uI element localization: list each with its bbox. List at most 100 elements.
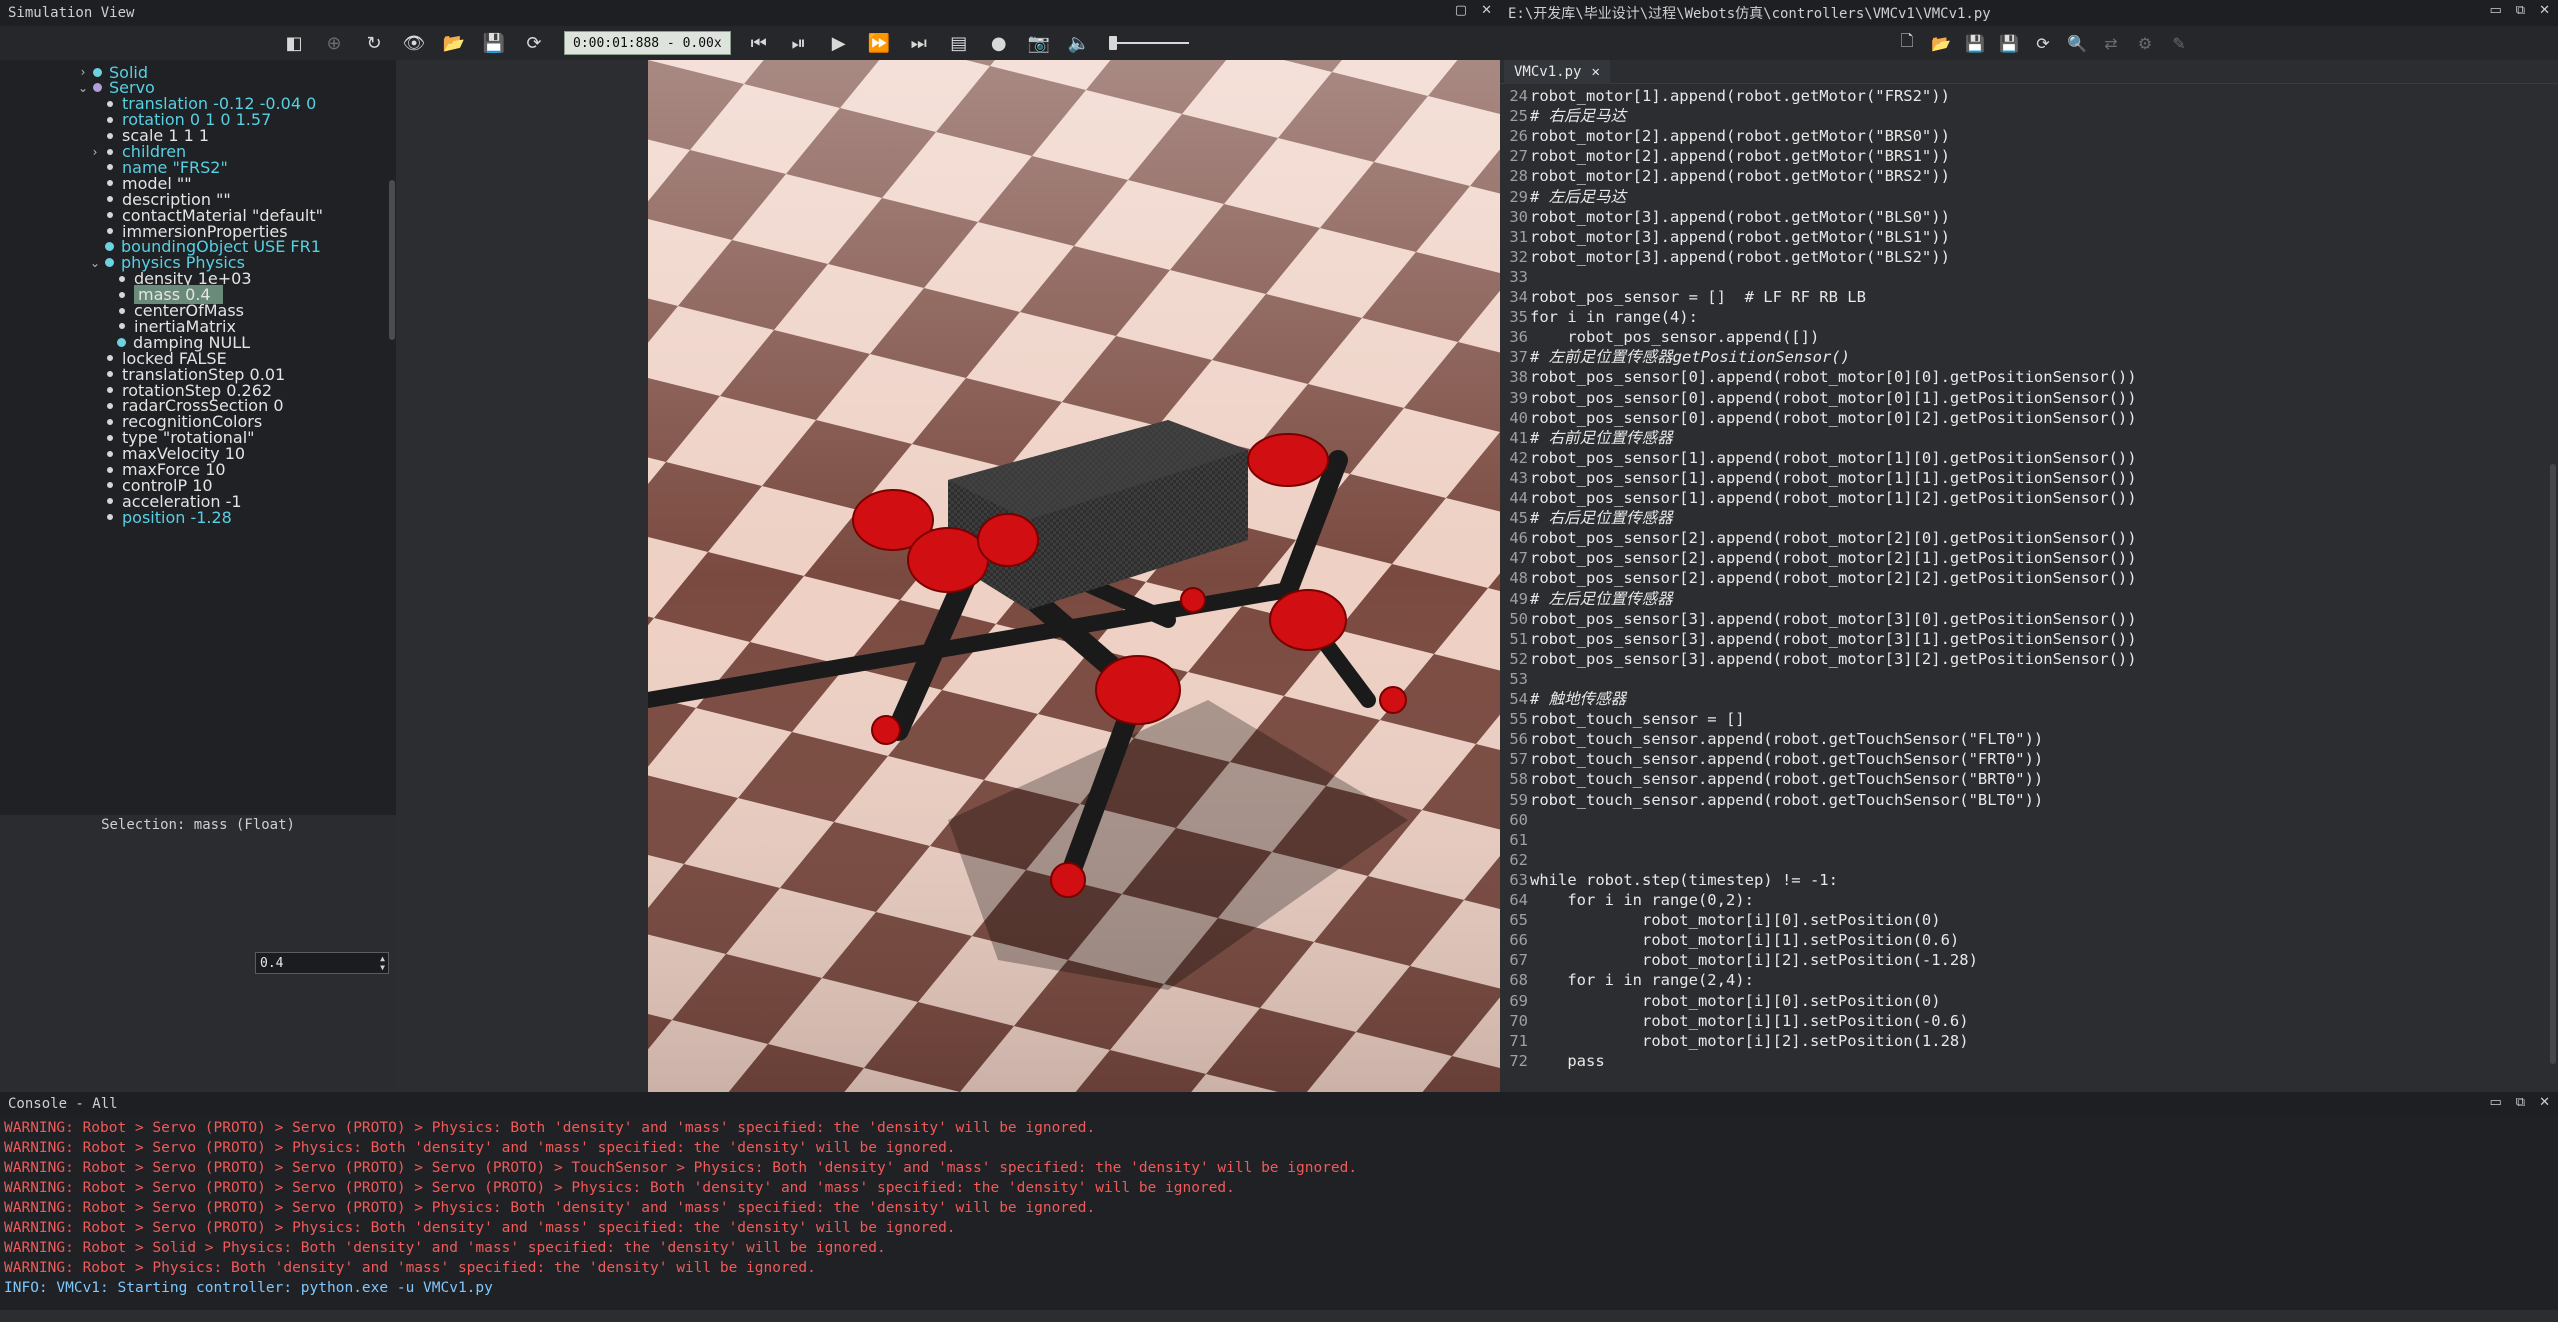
fastest-icon[interactable]: ⏭ (906, 30, 932, 56)
node-dot-icon (107, 116, 113, 123)
replace-icon[interactable]: ⇄ (2098, 30, 2124, 56)
line-number: 56 (1509, 730, 1528, 749)
reset-simulation-icon[interactable]: ⏮ (746, 30, 772, 56)
code-line: robot_pos_sensor[2].append(robot_motor[2… (1530, 529, 2137, 548)
scene-tree-scrollbar[interactable] (388, 60, 396, 815)
toggle-scene-tree-icon[interactable]: ◧ (281, 30, 307, 56)
3d-view[interactable] (648, 60, 1500, 1092)
code-line: robot_pos_sensor[1].append(robot_motor[1… (1530, 468, 2137, 487)
line-number: 58 (1509, 770, 1528, 789)
console-warning-line: WARNING: Robot > Physics: Both 'density'… (4, 1260, 816, 1276)
code-line: robot_pos_sensor.append([]) (1530, 328, 1820, 347)
line-number: 68 (1509, 971, 1528, 990)
save-file-icon[interactable]: 💾 (1962, 30, 1988, 56)
console-title: Console - All (8, 1096, 118, 1112)
mass-value-spinbox[interactable]: 0.4 ▲ ▼ (255, 952, 389, 974)
node-dot-icon (107, 387, 113, 393)
code-line: robot_pos_sensor[3].append(robot_motor[3… (1530, 609, 2137, 628)
text-editor: 🗋 📂 💾 💾 ⟳ 🔍 ⇄ ⚙ ✎ VMCv1.py ✕ 24 robot_mot… (1500, 26, 2558, 1092)
code-line: # 触地传感器 (1530, 690, 1627, 708)
fast-forward-icon[interactable]: ⏩ (866, 30, 892, 56)
code-line: robot_motor[2].append(robot.getMotor("BR… (1530, 127, 1950, 146)
line-number: 72 (1509, 1051, 1528, 1070)
spin-arrows-icon[interactable]: ▲ ▼ (380, 954, 385, 972)
clean-icon[interactable]: ✎ (2166, 30, 2192, 56)
code-line: robot_touch_sensor = [] (1530, 710, 1745, 729)
console-warning-line: WARNING: Robot > Servo (PROTO) > Servo (… (4, 1200, 1096, 1216)
save-world-icon[interactable]: 💾 (481, 30, 507, 56)
code-line: robot_motor[i][0].setPosition(0) (1530, 911, 1941, 930)
view-eye-icon[interactable]: 👁 (401, 30, 427, 56)
code-line: robot_touch_sensor.append(robot.getTouch… (1530, 730, 2044, 749)
tab-vmcv1[interactable]: VMCv1.py ✕ (1504, 60, 1610, 84)
code-line: robot_touch_sensor.append(robot.getTouch… (1530, 750, 2044, 769)
code-line: robot_pos_sensor[3].append(robot_motor[3… (1530, 649, 2137, 668)
play-icon[interactable]: ▶ (826, 30, 852, 56)
code-line: robot_touch_sensor.append(robot.getTouch… (1530, 790, 2044, 809)
simulation-time-display: 0:00:01:888 - 0.00x (564, 31, 731, 55)
line-number: 34 (1509, 288, 1528, 306)
open-world-icon[interactable]: 📂 (441, 30, 467, 56)
line-number: 28 (1509, 167, 1528, 186)
code-line: robot_pos_sensor[2].append(robot_motor[2… (1530, 569, 2137, 588)
revert-icon[interactable]: ⟳ (2030, 30, 2056, 56)
close-icon[interactable]: ✕ (1481, 3, 1492, 18)
node-dot-icon (107, 418, 113, 425)
close-tab-icon[interactable]: ✕ (1591, 64, 1599, 80)
minimize-icon[interactable]: ▭ (2490, 3, 2502, 18)
code-area[interactable]: 24 robot_motor[1].append(robot.getMotor("… (1500, 84, 2540, 1092)
code-line: for i in range(2,4): (1530, 971, 1754, 990)
line-number: 37 (1509, 348, 1528, 367)
close-icon[interactable]: ✕ (2539, 1095, 2550, 1110)
minimize-icon[interactable]: ▭ (2490, 1095, 2502, 1110)
screenshot-camera-icon[interactable]: 📷 (1026, 30, 1052, 56)
step-icon[interactable]: ⏯ (786, 30, 812, 56)
restore-icon[interactable]: ⧉ (2516, 1095, 2525, 1110)
build-icon[interactable]: ⚙ (2132, 30, 2158, 56)
reset-viewpoint-icon[interactable]: ↻ (361, 30, 387, 56)
find-icon[interactable]: 🔍 (2064, 30, 2090, 56)
line-number: 48 (1509, 569, 1528, 588)
editor-tabs: VMCv1.py ✕ (1500, 60, 2558, 84)
line-number: 54 (1509, 690, 1528, 708)
code-line: robot_pos_sensor[2].append(robot_motor[2… (1530, 549, 2137, 568)
node-dot-icon (107, 164, 113, 171)
node-dot-icon (107, 450, 113, 457)
node-dot-icon (107, 482, 113, 489)
code-line: robot_pos_sensor[0].append(robot_motor[0… (1530, 388, 2137, 407)
line-number: 62 (1509, 850, 1528, 869)
console-output[interactable]: WARNING: Robot > Servo (PROTO) > Servo (… (0, 1116, 2558, 1310)
code-line: robot_motor[3].append(robot.getMotor("BL… (1530, 207, 1950, 226)
node-dot-icon (119, 291, 125, 298)
save-as-icon[interactable]: 💾 (1996, 30, 2022, 56)
volume-slider[interactable] (1108, 33, 1189, 53)
3d-scene-render (648, 60, 1500, 1092)
line-number: 55 (1509, 710, 1528, 729)
reload-world-icon[interactable]: ⟳ (521, 30, 547, 56)
line-number: 31 (1509, 227, 1528, 246)
node-dot-icon (107, 371, 113, 378)
close-icon[interactable]: ✕ (2539, 3, 2550, 18)
console-warning-line: WARNING: Robot > Solid > Physics: Both '… (4, 1240, 886, 1256)
code-line: robot_touch_sensor.append(robot.getTouch… (1530, 770, 2044, 789)
render-toggle-icon[interactable]: ▤ (946, 30, 972, 56)
code-line: robot_pos_sensor[3].append(robot_motor[3… (1530, 629, 2137, 648)
volume-icon[interactable]: 🔈 (1066, 30, 1092, 56)
open-file-icon[interactable]: 📂 (1928, 30, 1954, 56)
code-line: robot_pos_sensor[1].append(robot_motor[1… (1530, 489, 2137, 507)
line-number: 36 (1509, 328, 1528, 347)
line-number: 61 (1509, 830, 1528, 849)
restore-icon[interactable]: ⧉ (2516, 3, 2525, 18)
line-number: 45 (1509, 509, 1528, 528)
console-warning-line: WARNING: Robot > Servo (PROTO) > Physics… (4, 1220, 956, 1236)
add-node-icon[interactable]: ⊕ (321, 30, 347, 56)
node-dot-icon (107, 196, 113, 203)
float-icon[interactable]: ▢ (1455, 3, 1467, 18)
node-dot-icon (107, 148, 113, 155)
tree-item[interactable]: position -1.28 (88, 505, 232, 529)
new-file-icon[interactable]: 🗋 (1894, 30, 1920, 56)
editor-scrollbar[interactable] (2548, 84, 2558, 1092)
record-icon[interactable]: ● (986, 30, 1012, 56)
line-number: 30 (1509, 207, 1528, 226)
selection-label: Selection: mass (Float) (101, 817, 295, 833)
